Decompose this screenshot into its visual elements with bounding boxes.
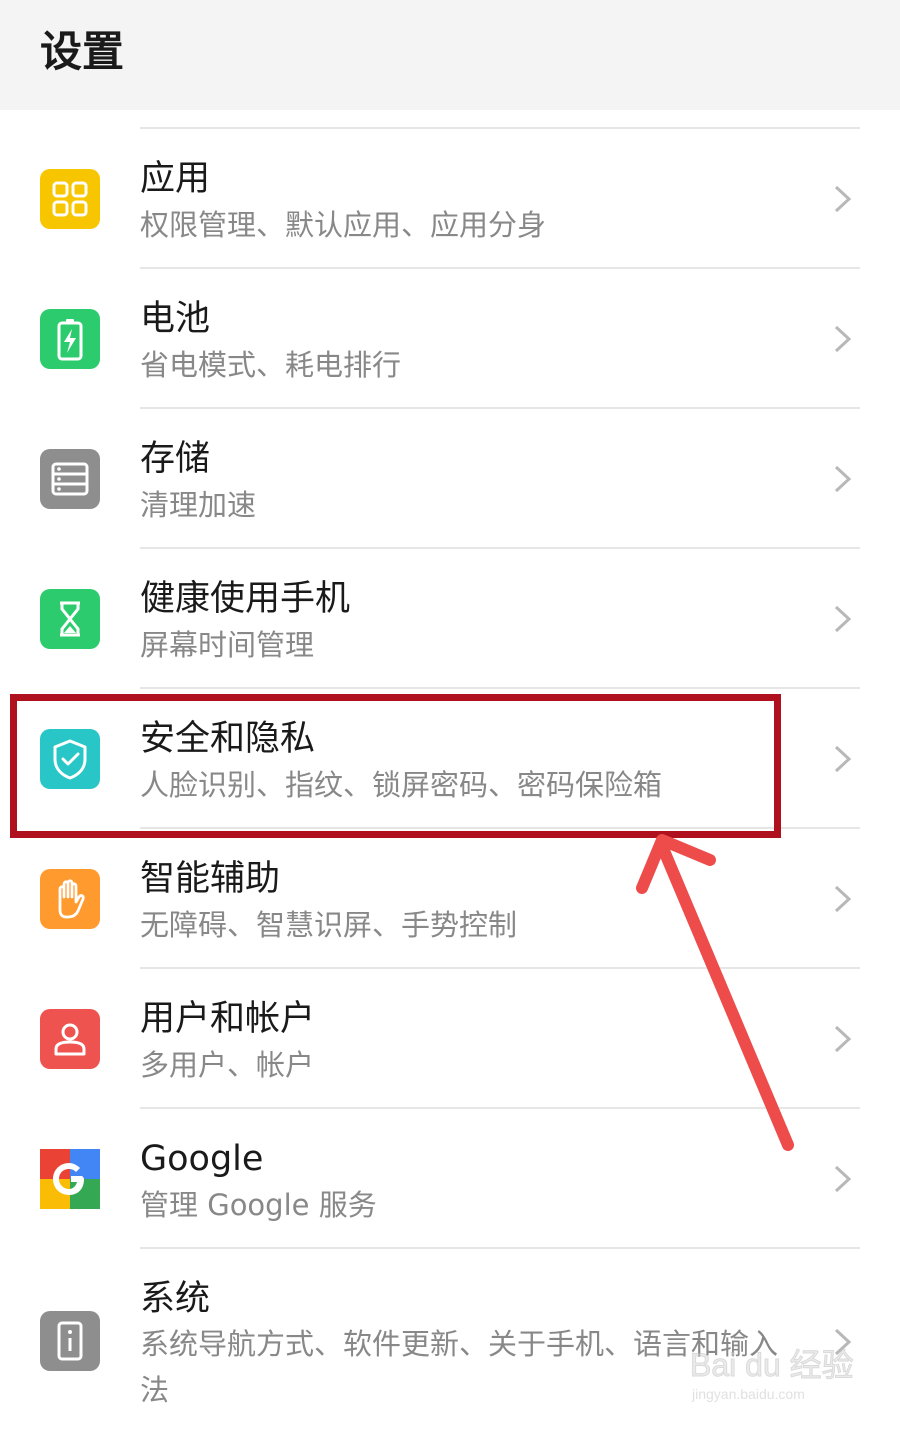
- settings-item-title: 健康使用手机: [140, 579, 351, 619]
- settings-item-title: 用户和帐户: [140, 999, 316, 1039]
- watermark-logo: Bai du 经验: [690, 1347, 855, 1384]
- storage-icon: [40, 449, 100, 509]
- watermark: Bai du 经验 jingyan.baidu.com: [690, 1340, 865, 1415]
- settings-item-users-accounts[interactable]: 用户和帐户 多用户、帐户: [0, 969, 900, 1109]
- settings-item-digital-balance[interactable]: 健康使用手机 屏幕时间管理: [0, 549, 900, 689]
- settings-item-subtitle: 省电模式、耗电排行: [140, 348, 402, 382]
- settings-item-title: Google: [140, 1139, 264, 1179]
- chevron-right-icon: [834, 885, 852, 913]
- settings-item-subtitle: 多用户、帐户: [140, 1048, 315, 1082]
- chevron-right-icon: [834, 745, 852, 773]
- settings-item-subtitle: 无障碍、智慧识屏、手势控制: [140, 908, 518, 942]
- battery-icon: [40, 309, 100, 369]
- settings-item-subtitle: 屏幕时间管理: [140, 628, 315, 662]
- chevron-right-icon: [834, 1025, 852, 1053]
- settings-item-title: 智能辅助: [140, 859, 281, 899]
- highlight-box: [10, 694, 781, 838]
- settings-item-storage[interactable]: 存储 清理加速: [0, 409, 900, 549]
- settings-item-google[interactable]: Google 管理 Google 服务: [0, 1109, 900, 1249]
- settings-item-subtitle: 管理 Google 服务: [140, 1188, 377, 1222]
- header-bar: 设置: [0, 0, 900, 110]
- chevron-right-icon: [834, 185, 852, 213]
- google-icon: [40, 1149, 100, 1209]
- hand-icon: [40, 869, 100, 929]
- settings-item-battery[interactable]: 电池 省电模式、耗电排行: [0, 269, 900, 409]
- settings-item-title: 电池: [140, 299, 211, 339]
- apps-icon: [40, 169, 100, 229]
- settings-item-title: 存储: [140, 439, 211, 479]
- settings-item-subtitle: 权限管理、默认应用、应用分身: [140, 208, 547, 242]
- settings-item-smart-assistance[interactable]: 智能辅助 无障碍、智慧识屏、手势控制: [0, 829, 900, 969]
- watermark-url: jingyan.baidu.com: [692, 1386, 805, 1402]
- chevron-right-icon: [834, 325, 852, 353]
- settings-item-subtitle: 清理加速: [140, 488, 257, 522]
- page-title: 设置: [40, 27, 125, 76]
- hourglass-icon: [40, 589, 100, 649]
- chevron-right-icon: [834, 1165, 852, 1193]
- settings-item-title: 应用: [140, 159, 211, 199]
- user-icon: [40, 1009, 100, 1069]
- settings-item-title: 系统: [140, 1279, 211, 1319]
- settings-item-apps[interactable]: 应用 权限管理、默认应用、应用分身: [0, 129, 900, 269]
- chevron-right-icon: [834, 605, 852, 633]
- system-info-icon: [40, 1311, 100, 1371]
- chevron-right-icon: [834, 465, 852, 493]
